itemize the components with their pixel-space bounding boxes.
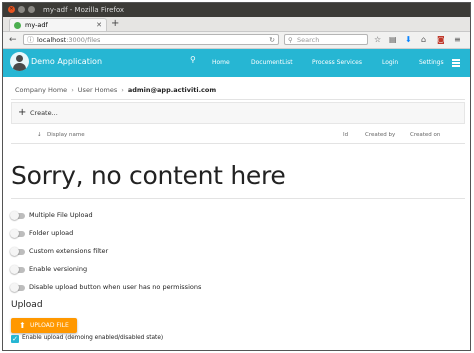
- column-created-on[interactable]: Created on: [410, 132, 440, 138]
- breadcrumb: Company Home › User Homes › admin@app.activi…: [15, 86, 216, 94]
- empty-state-message: Sorry, no content here: [11, 161, 286, 190]
- library-icon[interactable]: ▤: [389, 34, 397, 45]
- breadcrumb-item[interactable]: Company Home: [15, 86, 67, 94]
- new-tab-button[interactable]: +: [111, 17, 119, 30]
- sort-arrow-icon[interactable]: ↓: [37, 132, 42, 138]
- nav-settings[interactable]: Settings: [419, 59, 444, 66]
- user-avatar[interactable]: [10, 52, 29, 71]
- create-label: Create...: [30, 109, 58, 117]
- toggle-switch[interactable]: [10, 283, 25, 292]
- download-icon[interactable]: ⬇: [405, 34, 412, 45]
- column-id[interactable]: Id: [343, 132, 348, 138]
- reload-icon[interactable]: ↻: [269, 35, 275, 46]
- chevron-right-icon: ›: [121, 86, 124, 94]
- toggle-switch[interactable]: [10, 211, 25, 220]
- toggle-switch[interactable]: [10, 247, 25, 256]
- divider: [11, 198, 465, 199]
- info-icon[interactable]: ⓘ: [27, 35, 34, 46]
- chevron-right-icon: ›: [71, 86, 74, 94]
- tab-close-icon[interactable]: ✕: [96, 19, 102, 32]
- url-text: localhost:3000/files: [37, 36, 101, 44]
- tab-title: my-adf: [25, 21, 48, 29]
- back-icon[interactable]: ←: [9, 35, 17, 45]
- maximize-icon[interactable]: [28, 6, 35, 13]
- search-icon: ⚲: [288, 36, 293, 44]
- nav-home[interactable]: Home: [212, 59, 230, 66]
- search-icon[interactable]: ⚲: [190, 55, 196, 64]
- nav-process-services[interactable]: Process Services: [312, 59, 362, 66]
- app-header: Demo Application ⚲ Home DocumentList Pro…: [3, 49, 470, 77]
- checkmark-icon: ✓: [12, 335, 18, 343]
- tab-bar: my-adf ✕ +: [3, 17, 470, 32]
- upload-section-title: Upload: [11, 300, 43, 310]
- toggle-switch[interactable]: [10, 265, 25, 274]
- star-icon[interactable]: ☆: [374, 34, 381, 45]
- table-header: ↓ Display name Id Created by Created on: [11, 129, 465, 144]
- favicon-icon: [14, 22, 21, 29]
- close-icon[interactable]: ✕: [8, 6, 15, 13]
- search-input[interactable]: ⚲ Search: [284, 34, 368, 45]
- app-brand[interactable]: Demo Application: [31, 57, 102, 66]
- enable-upload-checkbox[interactable]: ✓: [11, 335, 19, 343]
- home-icon[interactable]: ⌂: [421, 34, 426, 45]
- plus-icon: +: [18, 107, 27, 118]
- browser-window: ✕ my-adf - Mozilla Firefox my-adf ✕ + ← …: [2, 2, 471, 351]
- nav-documentlist[interactable]: DocumentList: [251, 59, 293, 66]
- breadcrumb-item[interactable]: User Homes: [78, 86, 117, 94]
- nav-login[interactable]: Login: [382, 59, 398, 66]
- url-bar[interactable]: ⓘ localhost:3000/files ↻: [23, 34, 279, 45]
- create-button[interactable]: + Create...: [11, 102, 465, 124]
- column-created-by[interactable]: Created by: [365, 132, 395, 138]
- breadcrumb-current: admin@app.activiti.com: [127, 86, 217, 94]
- pocket-icon[interactable]: ◙: [437, 34, 445, 45]
- title-bar: ✕ my-adf - Mozilla Firefox: [3, 3, 470, 17]
- enable-upload-label: Enable upload (demoing enabled/disabled …: [22, 335, 164, 341]
- window-title: my-adf - Mozilla Firefox: [43, 6, 125, 14]
- toggle-switch[interactable]: [10, 229, 25, 238]
- upload-file-button[interactable]: ⬆ UPLOAD FILE: [11, 318, 77, 333]
- navigation-toolbar: ← ⓘ localhost:3000/files ↻ ⚲ Search ☆ ▤ …: [3, 32, 470, 49]
- browser-tab[interactable]: my-adf ✕: [9, 18, 107, 31]
- menu-icon[interactable]: [452, 59, 460, 68]
- minimize-icon[interactable]: [18, 6, 25, 13]
- menu-icon[interactable]: ≡: [454, 34, 461, 45]
- upload-icon: ⬆: [19, 321, 26, 330]
- column-display-name[interactable]: Display name: [47, 132, 85, 138]
- divider: [11, 99, 465, 100]
